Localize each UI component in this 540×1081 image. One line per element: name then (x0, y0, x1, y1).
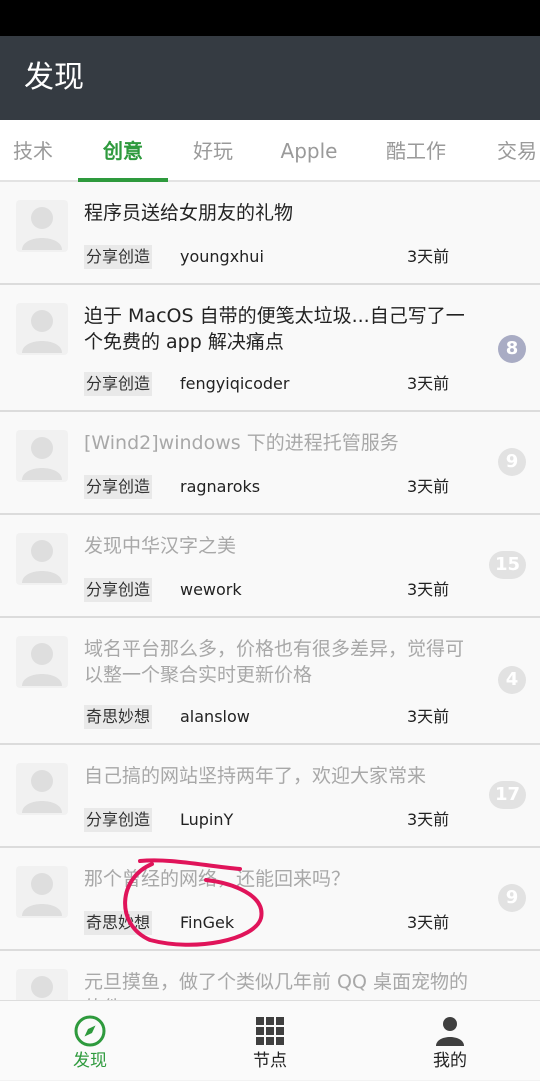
topic-title: 那个曾经的网络，还能回来吗？ (84, 868, 351, 890)
topic-author[interactable]: youngxhui (180, 245, 264, 269)
topic-list[interactable]: 程序员送给女朋友的礼物 分享创造 youngxhui 3天前 迫于 MacOS … (0, 182, 540, 1000)
nav-me[interactable]: 我的 (360, 1001, 540, 1081)
default-avatar-icon (22, 207, 62, 250)
page-title: 发现 (24, 60, 84, 95)
topic-title: 程序员送给女朋友的礼物 (84, 202, 294, 224)
topic-item[interactable]: 域名平台那么多，价格也有很多差异，觉得可以整一个聚合实时更新价格 奇思妙想 al… (0, 618, 540, 745)
grid-icon (256, 1017, 284, 1045)
topic-title: [Wind2]windows 下的进程托管服务 (84, 432, 399, 454)
topic-author[interactable]: fengyiqicoder (180, 372, 289, 396)
app-bar: 发现 (0, 36, 540, 120)
default-avatar-icon (22, 770, 62, 813)
nav-nodes-label: 节点 (253, 1051, 287, 1071)
avatar (16, 636, 68, 688)
tab-fun[interactable]: 好玩 (170, 120, 256, 180)
nav-discover[interactable]: 发现 (0, 1001, 180, 1081)
bottom-navigation: 发现 节点 我的 (0, 1000, 540, 1080)
topic-title: 自己搞的网站坚持两年了，欢迎大家常来 (84, 765, 427, 787)
tab-trade[interactable]: 交易 (482, 120, 540, 180)
reply-count-badge: 9 (498, 884, 526, 912)
nav-nodes[interactable]: 节点 (180, 1001, 360, 1081)
topic-time: 3天前 (407, 580, 450, 599)
nav-discover-label: 发现 (73, 1051, 107, 1071)
tab-apple[interactable]: Apple (262, 120, 356, 180)
avatar (16, 303, 68, 355)
tab-tech[interactable]: 技术 (0, 120, 66, 180)
tab-bar: 技术 创意 好玩 Apple 酷工作 交易 (0, 120, 540, 182)
topic-item[interactable]: 自己搞的网站坚持两年了，欢迎大家常来 分享创造 LupinY 3天前 17 (0, 745, 540, 848)
topic-author[interactable]: wework (180, 578, 242, 602)
topic-node[interactable]: 分享创造 (84, 475, 153, 499)
topic-author[interactable]: ragnaroks (180, 475, 260, 499)
status-bar (0, 0, 540, 36)
topic-time: 3天前 (407, 913, 450, 932)
topic-item[interactable]: 程序员送给女朋友的礼物 分享创造 youngxhui 3天前 (0, 182, 540, 285)
topic-title: 迫于 MacOS 自带的便笺太垃圾...自己写了一个免费的 app 解决痛点 (84, 305, 465, 353)
person-icon (436, 1017, 464, 1046)
default-avatar-icon (22, 540, 62, 583)
reply-count-badge: 4 (498, 666, 526, 694)
default-avatar-icon (31, 976, 53, 998)
topic-node[interactable]: 分享创造 (84, 372, 153, 396)
topic-item[interactable]: [Wind2]windows 下的进程托管服务 分享创造 ragnaroks 3… (0, 412, 540, 515)
avatar (16, 969, 68, 1000)
topic-author[interactable]: alanslow (180, 705, 250, 729)
reply-count-badge: 15 (488, 551, 526, 579)
reply-count-badge: 8 (498, 335, 526, 363)
avatar (16, 866, 68, 918)
tab-creative[interactable]: 创意 (78, 120, 168, 180)
topic-node[interactable]: 奇思妙想 (84, 705, 153, 729)
default-avatar-icon (22, 643, 62, 686)
reply-count-badge: 17 (488, 781, 526, 809)
topic-time: 3天前 (407, 477, 450, 496)
topic-item[interactable]: 元旦摸鱼，做了个类似几年前 QQ 桌面宠物的软件 (0, 951, 540, 1000)
topic-node[interactable]: 奇思妙想 (84, 911, 153, 935)
topic-time: 3天前 (407, 374, 450, 393)
compass-icon (74, 1015, 106, 1047)
default-avatar-icon (22, 310, 62, 353)
default-avatar-icon (22, 437, 62, 480)
topic-item[interactable]: 那个曾经的网络，还能回来吗？ 奇思妙想 FinGek 3天前 9 (0, 848, 540, 951)
topic-author[interactable]: FinGek (180, 911, 234, 935)
topic-time: 3天前 (407, 810, 450, 829)
reply-count-badge: 9 (498, 448, 526, 476)
nav-me-label: 我的 (433, 1051, 467, 1071)
avatar (16, 200, 68, 252)
topic-item[interactable]: 发现中华汉字之美 分享创造 wework 3天前 15 (0, 515, 540, 618)
topic-author[interactable]: LupinY (180, 808, 233, 832)
topic-time: 3天前 (407, 247, 450, 266)
topic-time: 3天前 (407, 707, 450, 726)
topic-node[interactable]: 分享创造 (84, 578, 153, 602)
topic-node[interactable]: 分享创造 (84, 808, 153, 832)
topic-title: 域名平台那么多，价格也有很多差异，觉得可以整一个聚合实时更新价格 (84, 638, 465, 686)
avatar (16, 533, 68, 585)
topic-title: 元旦摸鱼，做了个类似几年前 QQ 桌面宠物的软件 (84, 971, 468, 1000)
topic-title: 发现中华汉字之美 (84, 535, 237, 557)
default-avatar-icon (22, 873, 62, 916)
avatar (16, 430, 68, 482)
avatar (16, 763, 68, 815)
tab-cool-jobs[interactable]: 酷工作 (368, 120, 464, 180)
topic-node[interactable]: 分享创造 (84, 245, 153, 269)
topic-item[interactable]: 迫于 MacOS 自带的便笺太垃圾...自己写了一个免费的 app 解决痛点 分… (0, 285, 540, 412)
